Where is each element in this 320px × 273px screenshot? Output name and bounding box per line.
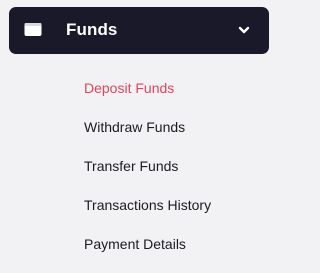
- funds-submenu: Deposit Funds Withdraw Funds Transfer Fu…: [84, 78, 211, 273]
- submenu-item-transactions-history[interactable]: Transactions History: [84, 195, 211, 234]
- chevron-down-icon[interactable]: [238, 25, 250, 35]
- submenu-item-payment-details[interactable]: Payment Details: [84, 234, 211, 273]
- funds-menu-header[interactable]: Funds: [9, 7, 269, 54]
- submenu-item-withdraw-funds[interactable]: Withdraw Funds: [84, 117, 211, 156]
- wallet-icon: [24, 23, 42, 36]
- submenu-item-deposit-funds[interactable]: Deposit Funds: [84, 78, 211, 117]
- submenu-item-transfer-funds[interactable]: Transfer Funds: [84, 156, 211, 195]
- funds-menu-label: Funds: [66, 20, 118, 39]
